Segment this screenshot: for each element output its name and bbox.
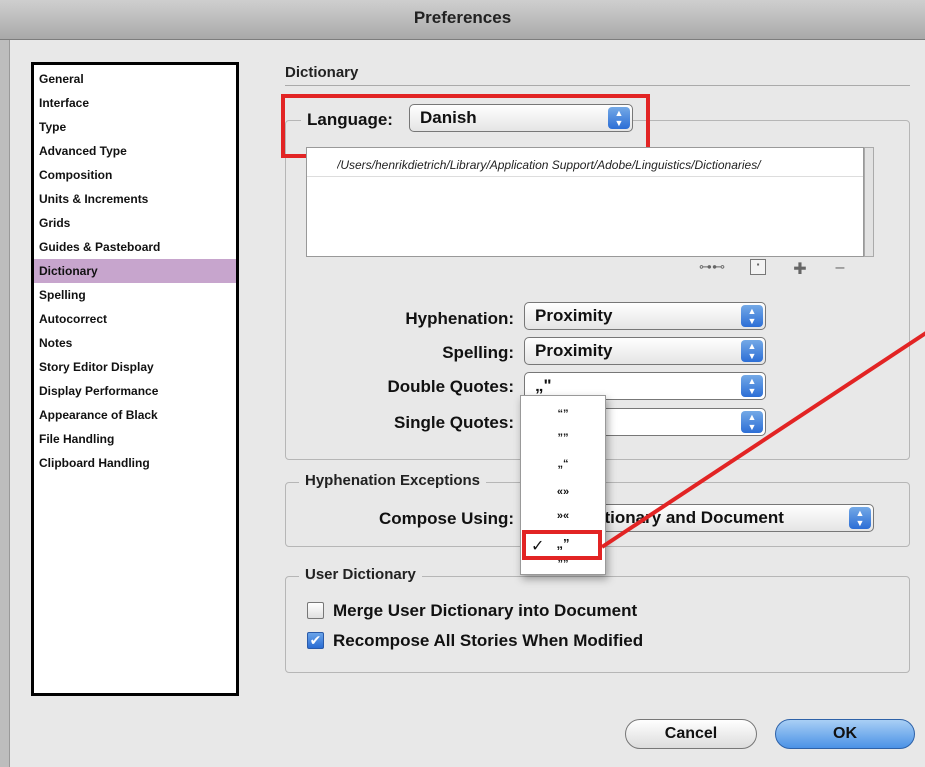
cancel-button[interactable]: Cancel bbox=[625, 719, 757, 749]
annotation-arrow bbox=[600, 331, 925, 549]
ok-button[interactable]: OK bbox=[775, 719, 915, 749]
annotation-line bbox=[600, 331, 925, 549]
